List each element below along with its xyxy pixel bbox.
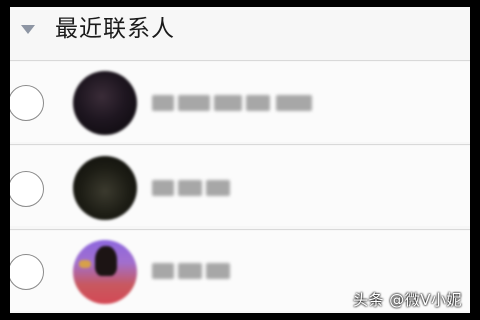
avatar — [73, 156, 137, 220]
avatar — [73, 71, 137, 135]
contact-row[interactable] — [10, 146, 470, 226]
contact-name-blurred — [152, 263, 230, 279]
contact-row[interactable] — [10, 62, 470, 142]
contact-picker-panel: 最近联系人 头条 @微V小妮 — [10, 7, 470, 313]
watermark: 头条 @微V小妮 — [352, 291, 462, 309]
divider — [10, 229, 470, 230]
section-title: 最近联系人 — [55, 16, 175, 42]
contact-select-radio[interactable] — [10, 254, 44, 290]
contact-name-blurred — [152, 180, 230, 196]
contact-select-radio[interactable] — [10, 171, 44, 207]
contact-name-blurred — [152, 95, 312, 111]
contact-select-radio[interactable] — [10, 85, 44, 121]
divider — [10, 144, 470, 145]
triangle-down-icon[interactable] — [21, 25, 35, 34]
divider — [10, 60, 470, 61]
avatar — [73, 240, 137, 304]
recent-contacts-header[interactable]: 最近联系人 — [10, 7, 470, 55]
